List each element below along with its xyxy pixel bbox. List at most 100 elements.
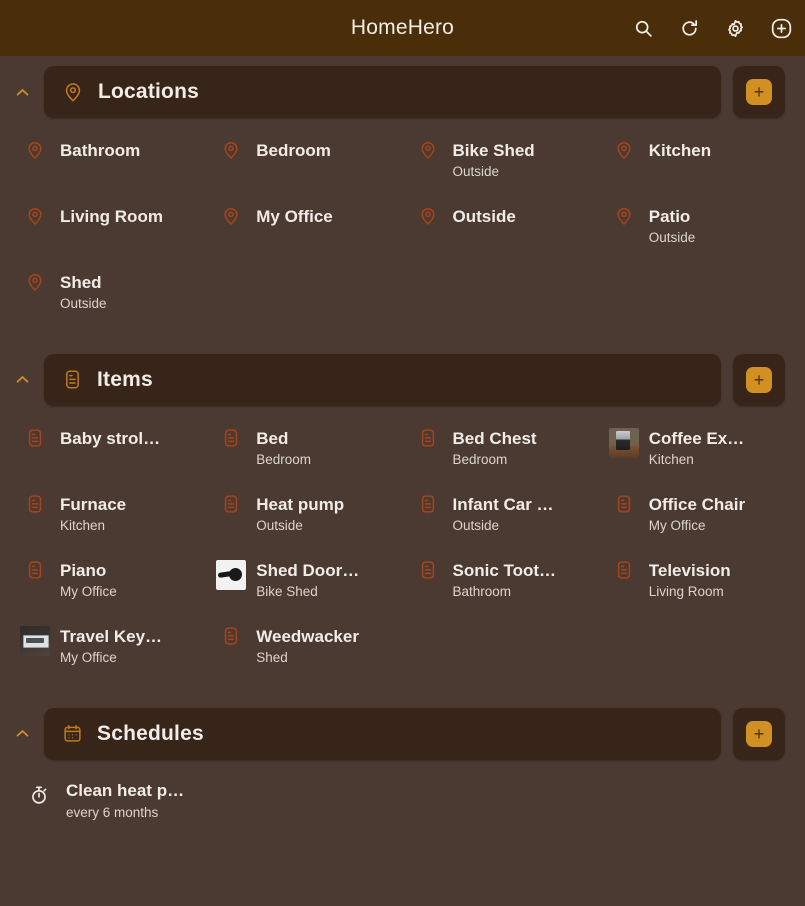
- cell-texts: Kitchen: [649, 140, 711, 162]
- item-doc-icon: [20, 560, 50, 580]
- item-doc-icon: [413, 428, 443, 448]
- item-cell[interactable]: Heat pump Outside: [206, 488, 402, 542]
- map-pin-icon: [413, 140, 443, 160]
- schedule-name: Clean heat p…: [66, 780, 185, 800]
- cell-texts: Baby strol…: [60, 428, 160, 450]
- scroll-content[interactable]: Locations + Bathroom Bedroom Bike Shed Outs…: [0, 56, 805, 906]
- cell-name: Heat pump: [256, 494, 345, 514]
- app-bar: HomeHero: [0, 0, 805, 56]
- photo-coffee-thumbnail: [608, 427, 639, 458]
- plus-icon: +: [746, 79, 772, 105]
- item-cell[interactable]: Bed Chest Bedroom: [403, 422, 599, 476]
- cell-name: Shed: [60, 272, 102, 292]
- location-cell[interactable]: My Office: [206, 200, 402, 254]
- cell-texts: Bathroom: [60, 140, 140, 162]
- add-item-button[interactable]: +: [733, 353, 785, 406]
- calendar-icon: [62, 723, 83, 744]
- section-title-schedules[interactable]: Schedules: [44, 707, 721, 760]
- cell-name: Bedroom: [256, 141, 331, 160]
- refresh-icon[interactable]: [673, 12, 705, 44]
- item-doc-icon: [609, 494, 639, 514]
- item-doc-icon: [20, 428, 50, 448]
- section-header-schedules: Schedules +: [0, 707, 805, 760]
- item-cell[interactable]: Shed Door… Bike Shed: [206, 554, 402, 608]
- collapse-toggle-items[interactable]: [0, 354, 44, 406]
- cell-subtitle: Bathroom: [452, 583, 512, 599]
- cell-subtitle: Living Room: [648, 583, 724, 599]
- location-cell[interactable]: Outside: [403, 200, 599, 254]
- map-pin-icon: [20, 272, 50, 292]
- location-cell[interactable]: Bike Shed Outside: [403, 134, 599, 188]
- cell-subtitle: Kitchen: [648, 451, 694, 467]
- cell-name: Living Room: [60, 206, 163, 226]
- cell-texts: Patio Outside: [649, 206, 696, 248]
- item-cell[interactable]: Baby strol…: [10, 422, 206, 476]
- cell-texts: Infant Car … Outside: [453, 494, 554, 536]
- item-doc-icon: [413, 560, 443, 580]
- cell-subtitle: Outside: [648, 229, 696, 245]
- cell-name: Travel Key…: [60, 626, 163, 646]
- schedule-recurrence: every 6 months: [66, 804, 159, 820]
- location-cell[interactable]: Bedroom: [206, 134, 402, 188]
- cell-name: Office Chair: [648, 494, 746, 514]
- item-cell[interactable]: Weedwacker Shed: [206, 620, 402, 674]
- map-pin-icon: [62, 81, 84, 103]
- location-cell[interactable]: Bathroom: [10, 134, 206, 188]
- schedule-texts: Clean heat p… every 6 months: [66, 780, 184, 824]
- cell-texts: Bed Chest Bedroom: [453, 428, 537, 470]
- item-cell[interactable]: Coffee Ex… Kitchen: [599, 422, 795, 476]
- schedule-row[interactable]: Clean heat p… every 6 months: [10, 776, 795, 830]
- item-cell[interactable]: Piano My Office: [10, 554, 206, 608]
- cell-name: Patio: [648, 206, 691, 226]
- item-cell[interactable]: Sonic Toot… Bathroom: [403, 554, 599, 608]
- item-cell[interactable]: Television Living Room: [599, 554, 795, 608]
- cell-texts: My Office: [256, 206, 333, 228]
- cell-name: Baby strol…: [60, 428, 161, 448]
- item-thumbnail: [20, 625, 50, 656]
- collapse-toggle-schedules[interactable]: [0, 708, 44, 760]
- section-title-locations[interactable]: Locations: [44, 66, 721, 118]
- cell-name: Piano: [60, 560, 107, 580]
- search-icon[interactable]: [627, 12, 659, 44]
- map-pin-icon: [609, 140, 639, 160]
- cell-texts: Weedwacker Shed: [256, 626, 359, 668]
- item-cell[interactable]: Bed Bedroom: [206, 422, 402, 476]
- item-doc-icon: [62, 369, 83, 390]
- item-cell[interactable]: Travel Key… My Office: [10, 620, 206, 674]
- cell-texts: Bedroom: [256, 140, 331, 162]
- cell-subtitle: Bedroom: [256, 451, 312, 467]
- cell-subtitle: Bike Shed: [256, 583, 318, 599]
- plus-icon: +: [746, 720, 772, 747]
- cell-texts: Outside: [453, 206, 516, 228]
- add-location-button[interactable]: +: [733, 66, 785, 118]
- collapse-toggle-locations[interactable]: [0, 66, 44, 118]
- location-cell[interactable]: Living Room: [10, 200, 206, 254]
- item-doc-icon: [413, 494, 443, 514]
- cell-texts: Sonic Toot… Bathroom: [453, 560, 557, 602]
- item-thumbnail: [608, 427, 639, 458]
- cell-name: Infant Car …: [452, 494, 554, 514]
- cell-name: Bed: [256, 428, 289, 448]
- cell-name: Sonic Toot…: [452, 560, 557, 580]
- item-cell[interactable]: Furnace Kitchen: [10, 488, 206, 542]
- item-cell[interactable]: Infant Car … Outside: [403, 488, 599, 542]
- cell-subtitle: My Office: [648, 517, 706, 533]
- gear-icon[interactable]: [719, 12, 751, 44]
- item-doc-icon: [609, 560, 639, 580]
- item-cell[interactable]: Office Chair My Office: [599, 488, 795, 542]
- location-cell[interactable]: Kitchen: [599, 134, 795, 188]
- map-pin-icon: [20, 206, 50, 226]
- add-schedule-button[interactable]: +: [733, 707, 785, 760]
- cell-name: Weedwacker: [256, 626, 359, 646]
- add-circle-icon[interactable]: [765, 12, 797, 44]
- cell-subtitle: Kitchen: [60, 517, 106, 533]
- section-title-items[interactable]: Items: [44, 353, 721, 406]
- photo-handle-thumbnail: [216, 559, 247, 590]
- cell-texts: Bed Bedroom: [256, 428, 311, 470]
- map-pin-icon: [216, 140, 246, 160]
- location-cell[interactable]: Patio Outside: [599, 200, 795, 254]
- location-cell[interactable]: Shed Outside: [10, 266, 206, 320]
- plus-icon: +: [746, 366, 772, 393]
- schedules-list: Clean heat p… every 6 months: [0, 760, 805, 830]
- cell-name: Furnace: [60, 494, 127, 514]
